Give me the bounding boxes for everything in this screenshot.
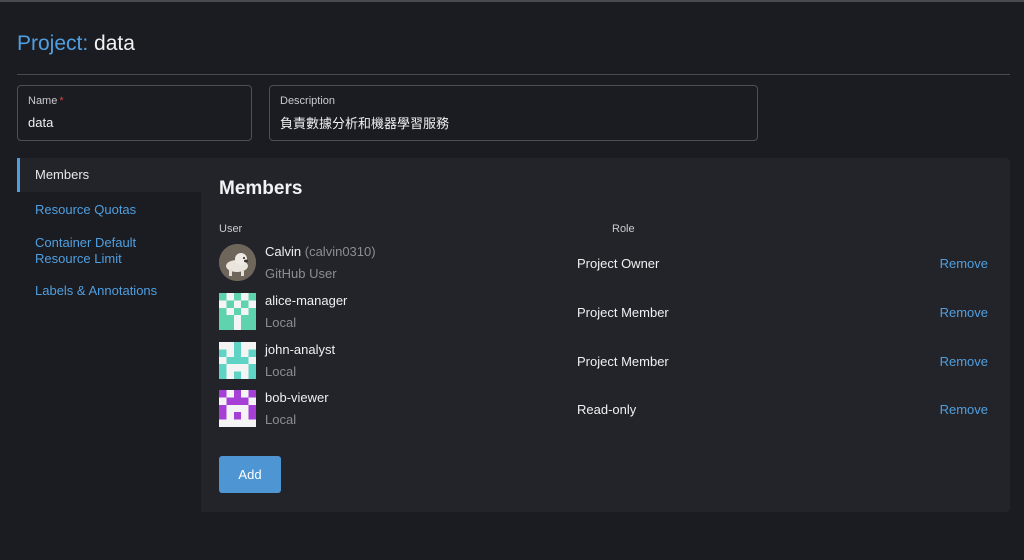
member-name: john-analyst xyxy=(265,342,336,357)
remove-member-link[interactable]: Remove xyxy=(940,402,988,417)
member-role: Project Owner xyxy=(577,256,660,271)
identicon-avatar xyxy=(219,293,256,330)
member-name: bob-viewer xyxy=(265,390,329,405)
description-field[interactable]: Description xyxy=(269,85,758,141)
member-role: Read-only xyxy=(577,402,637,417)
member-source: GitHub User xyxy=(265,266,337,281)
side-nav-container-default-resource-limit[interactable]: Container Default Resource Limit xyxy=(17,235,147,267)
member-name: Calvin (calvin0310) xyxy=(265,244,376,259)
add-member-button[interactable]: Add xyxy=(219,456,281,493)
photo-avatar xyxy=(219,244,256,281)
description-input[interactable] xyxy=(280,115,747,130)
identicon-avatar xyxy=(219,390,256,427)
remove-member-link[interactable]: Remove xyxy=(940,305,988,320)
required-mark: * xyxy=(59,95,64,107)
title-divider xyxy=(17,74,1010,75)
page-title-label: Project: xyxy=(17,32,89,55)
side-nav-members[interactable]: Members xyxy=(17,158,201,192)
role-column-header: Role xyxy=(612,223,635,235)
user-column-header: User xyxy=(219,223,243,235)
member-id: (calvin0310) xyxy=(304,244,376,259)
name-field-label: Name * xyxy=(28,95,64,107)
side-nav: Members Resource Quotas Container Defaul… xyxy=(17,158,201,512)
remove-member-link[interactable]: Remove xyxy=(940,256,988,271)
member-role: Project Member xyxy=(577,354,669,369)
member-row: john-analyst Local Project Member Remove xyxy=(219,340,999,388)
name-input[interactable] xyxy=(28,115,241,130)
description-field-label: Description xyxy=(280,95,336,107)
remove-member-link[interactable]: Remove xyxy=(940,354,988,369)
member-row: Calvin (calvin0310) GitHub User Project … xyxy=(219,242,999,290)
window-top-border xyxy=(0,0,1024,2)
member-row: bob-viewer Local Read-only Remove xyxy=(219,388,999,436)
page-title-value: data xyxy=(94,32,135,55)
member-role: Project Member xyxy=(577,305,669,320)
member-source: Local xyxy=(265,364,297,379)
members-section: Members User Role Calvin (calvin0310) Gi… xyxy=(219,158,999,512)
members-title: Members xyxy=(219,178,303,199)
page-title: Project: data xyxy=(17,32,135,56)
name-field[interactable]: Name * xyxy=(17,85,252,141)
member-name: alice-manager xyxy=(265,293,348,308)
member-source: Local xyxy=(265,315,297,330)
project-config-panel: Members Resource Quotas Container Defaul… xyxy=(17,158,1010,512)
side-nav-resource-quotas[interactable]: Resource Quotas xyxy=(17,202,201,218)
member-source: Local xyxy=(265,412,297,427)
identicon-avatar xyxy=(219,342,256,379)
member-row: alice-manager Local Project Member Remov… xyxy=(219,291,999,339)
side-nav-labels-annotations[interactable]: Labels & Annotations xyxy=(17,283,201,299)
